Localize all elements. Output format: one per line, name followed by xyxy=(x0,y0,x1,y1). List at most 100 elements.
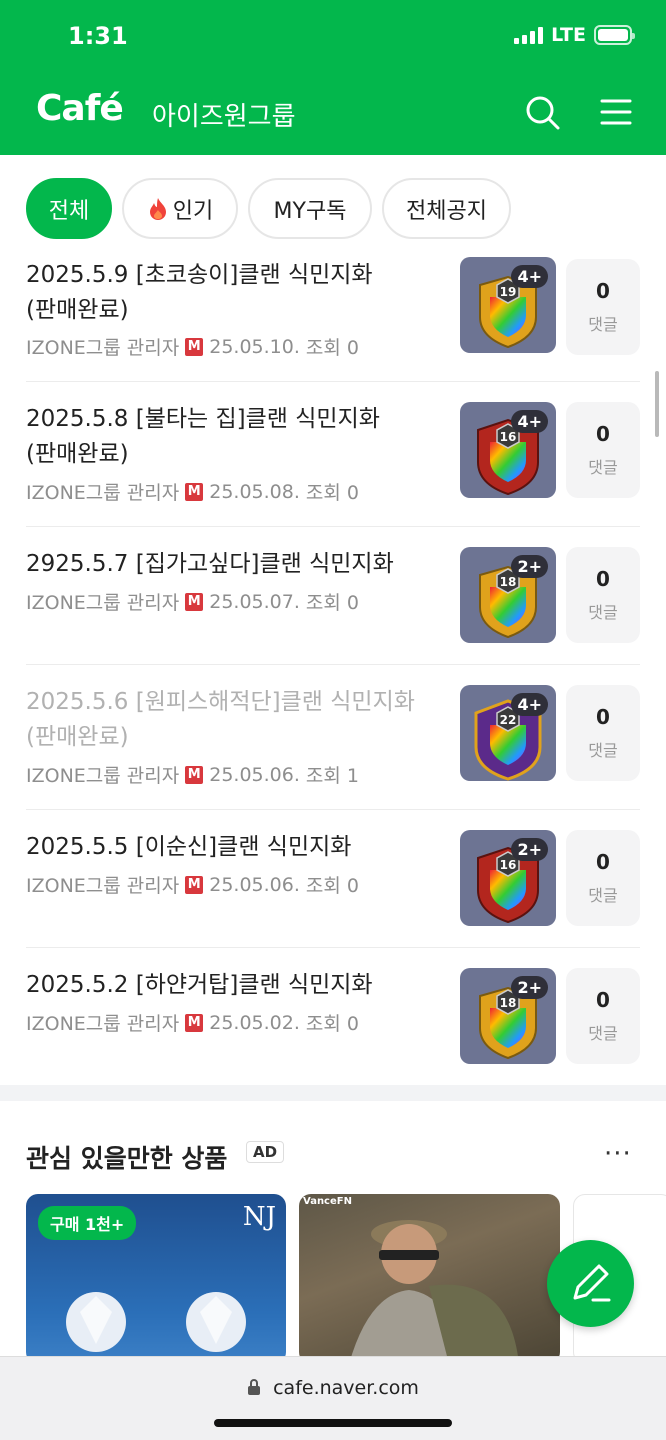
post-author: IZONE그룹 관리자 xyxy=(26,482,180,504)
write-post-button[interactable] xyxy=(547,1240,634,1327)
post-date: 25.05.10. xyxy=(209,335,300,358)
manager-badge: M xyxy=(185,765,204,784)
post-author: IZONE그룹 관리자 xyxy=(26,765,180,787)
comment-label: 댓글 xyxy=(588,603,618,622)
post-author: IZONE그룹 관리자 xyxy=(26,337,180,359)
level-badge: 2+ xyxy=(511,976,548,999)
post-date: 25.05.06. xyxy=(209,873,300,896)
post-title[interactable]: 2025.5.8 [불타는 집]클랜 식민지화 (판매완료) xyxy=(26,402,446,472)
ad-label: AD xyxy=(246,1141,285,1163)
post-thumbnail[interactable]: 16 2+ xyxy=(460,830,556,926)
comment-count: 0 xyxy=(596,850,610,874)
menu-icon[interactable] xyxy=(596,92,636,132)
post-views: 조회 0 xyxy=(305,482,359,504)
tab-popular[interactable]: 인기 xyxy=(122,178,238,239)
network-label: LTE xyxy=(551,24,586,46)
comment-count-box[interactable]: 0 댓글 xyxy=(566,402,640,498)
post-list: 2025.5.9 [초코송이]클랜 식민지화 (판매완료) IZONE그룹 관리… xyxy=(0,255,666,1085)
comment-count-box[interactable]: 0 댓글 xyxy=(566,547,640,643)
level-badge: 2+ xyxy=(511,555,548,578)
post-author: IZONE그룹 관리자 xyxy=(26,592,180,614)
comment-count: 0 xyxy=(596,567,610,591)
comment-label: 댓글 xyxy=(588,886,618,905)
post-author: IZONE그룹 관리자 xyxy=(26,1013,180,1035)
post-title[interactable]: 2925.5.7 [집가고싶다]클랜 식민지화 xyxy=(26,547,446,582)
post-meta: IZONE그룹 관리자 M 25.05.07. 조회 0 xyxy=(26,588,359,615)
post-row[interactable]: 2025.5.9 [초코송이]클랜 식민지화 (판매완료) IZONE그룹 관리… xyxy=(26,255,640,382)
more-options-button[interactable]: ··· xyxy=(604,1139,632,1169)
tab-my-subscriptions[interactable]: MY구독 xyxy=(248,178,372,239)
app-header: Café 아이즈원그룹 xyxy=(0,72,666,155)
comment-count-box[interactable]: 0 댓글 xyxy=(566,968,640,1064)
manager-badge: M xyxy=(185,337,204,356)
clan-level: 19 xyxy=(500,285,517,299)
scrollbar[interactable] xyxy=(655,371,659,437)
comment-count-box[interactable]: 0 댓글 xyxy=(566,830,640,926)
comment-count: 0 xyxy=(596,422,610,446)
signal-icon xyxy=(514,26,544,44)
post-title[interactable]: 2025.5.2 [하얀거탑]클랜 식민지화 xyxy=(26,968,446,1003)
level-badge: 4+ xyxy=(511,410,548,433)
post-thumbnail[interactable]: 18 2+ xyxy=(460,968,556,1064)
clan-level: 22 xyxy=(500,713,517,727)
lock-icon xyxy=(248,1379,261,1395)
manager-badge: M xyxy=(185,1013,204,1032)
comment-label: 댓글 xyxy=(588,458,618,477)
manager-badge: M xyxy=(185,592,204,611)
browser-url-bar[interactable]: cafe.naver.com xyxy=(0,1356,666,1440)
tab-all-notices[interactable]: 전체공지 xyxy=(382,178,511,239)
post-meta: IZONE그룹 관리자 M 25.05.02. 조회 0 xyxy=(26,1009,359,1036)
post-meta: IZONE그룹 관리자 M 25.05.10. 조회 0 xyxy=(26,333,359,360)
post-date: 25.05.07. xyxy=(209,590,300,613)
post-row[interactable]: 2025.5.5 [이순신]클랜 식민지화 IZONE그룹 관리자 M 25.0… xyxy=(26,810,640,948)
ad-card[interactable]: 구매 1천+ NJ xyxy=(26,1194,286,1364)
url-display[interactable]: cafe.naver.com xyxy=(0,1377,666,1399)
post-views: 조회 0 xyxy=(305,1013,359,1035)
comment-label: 댓글 xyxy=(588,315,618,334)
level-badge: 4+ xyxy=(511,265,548,288)
clan-level: 18 xyxy=(500,575,517,589)
post-views: 조회 1 xyxy=(305,765,359,787)
filter-tabs: 전체 인기 MY구독 전체공지 xyxy=(0,155,666,255)
post-title[interactable]: 2025.5.5 [이순신]클랜 식민지화 xyxy=(26,830,446,865)
post-row[interactable]: 2025.5.2 [하얀거탑]클랜 식민지화 IZONE그룹 관리자 M 25.… xyxy=(26,948,640,1085)
comment-count: 0 xyxy=(596,988,610,1012)
post-title[interactable]: 2025.5.9 [초코송이]클랜 식민지화 (판매완료) xyxy=(26,258,446,328)
clan-level: 16 xyxy=(500,858,517,872)
comment-count-box[interactable]: 0 댓글 xyxy=(566,685,640,781)
post-thumbnail[interactable]: 19 4+ xyxy=(460,257,556,353)
post-meta: IZONE그룹 관리자 M 25.05.06. 조회 1 xyxy=(26,761,359,788)
clan-level: 18 xyxy=(500,996,517,1010)
post-thumbnail[interactable]: 16 4+ xyxy=(460,402,556,498)
post-title[interactable]: 2025.5.6 [원피스해적단]클랜 식민지화 (판매완료) xyxy=(26,685,446,755)
cafe-logo[interactable]: Café xyxy=(36,88,124,129)
pencil-icon xyxy=(573,1264,611,1302)
post-views: 조회 0 xyxy=(305,337,359,359)
post-author: IZONE그룹 관리자 xyxy=(26,875,180,897)
cafe-name[interactable]: 아이즈원그룹 xyxy=(152,96,296,133)
post-date: 25.05.02. xyxy=(209,1011,300,1034)
post-row[interactable]: 2025.5.8 [불타는 집]클랜 식민지화 (판매완료) IZONE그룹 관… xyxy=(26,382,640,527)
comment-label: 댓글 xyxy=(588,1024,618,1043)
post-row[interactable]: 2025.5.6 [원피스해적단]클랜 식민지화 (판매완료) IZONE그룹 … xyxy=(26,665,640,810)
status-time: 1:31 xyxy=(68,22,128,50)
backpack-image xyxy=(349,1220,519,1364)
home-indicator[interactable] xyxy=(214,1419,452,1427)
comment-count: 0 xyxy=(596,705,610,729)
status-bar: 1:31 LTE xyxy=(0,0,666,72)
post-date: 25.05.08. xyxy=(209,480,300,503)
earring-image xyxy=(66,1292,246,1352)
search-icon[interactable] xyxy=(522,92,562,132)
url-text: cafe.naver.com xyxy=(273,1377,419,1399)
clan-level: 16 xyxy=(500,430,517,444)
post-row[interactable]: 2925.5.7 [집가고싶다]클랜 식민지화 IZONE그룹 관리자 M 25… xyxy=(26,527,640,665)
level-badge: 2+ xyxy=(511,838,548,861)
ad-card[interactable]: VanceFN xyxy=(299,1194,560,1364)
comment-count: 0 xyxy=(596,279,610,303)
tab-all[interactable]: 전체 xyxy=(26,178,112,239)
post-views: 조회 0 xyxy=(305,875,359,897)
comment-count-box[interactable]: 0 댓글 xyxy=(566,259,640,355)
post-meta: IZONE그룹 관리자 M 25.05.06. 조회 0 xyxy=(26,871,359,898)
post-thumbnail[interactable]: 18 2+ xyxy=(460,547,556,643)
post-thumbnail[interactable]: 22 4+ xyxy=(460,685,556,781)
